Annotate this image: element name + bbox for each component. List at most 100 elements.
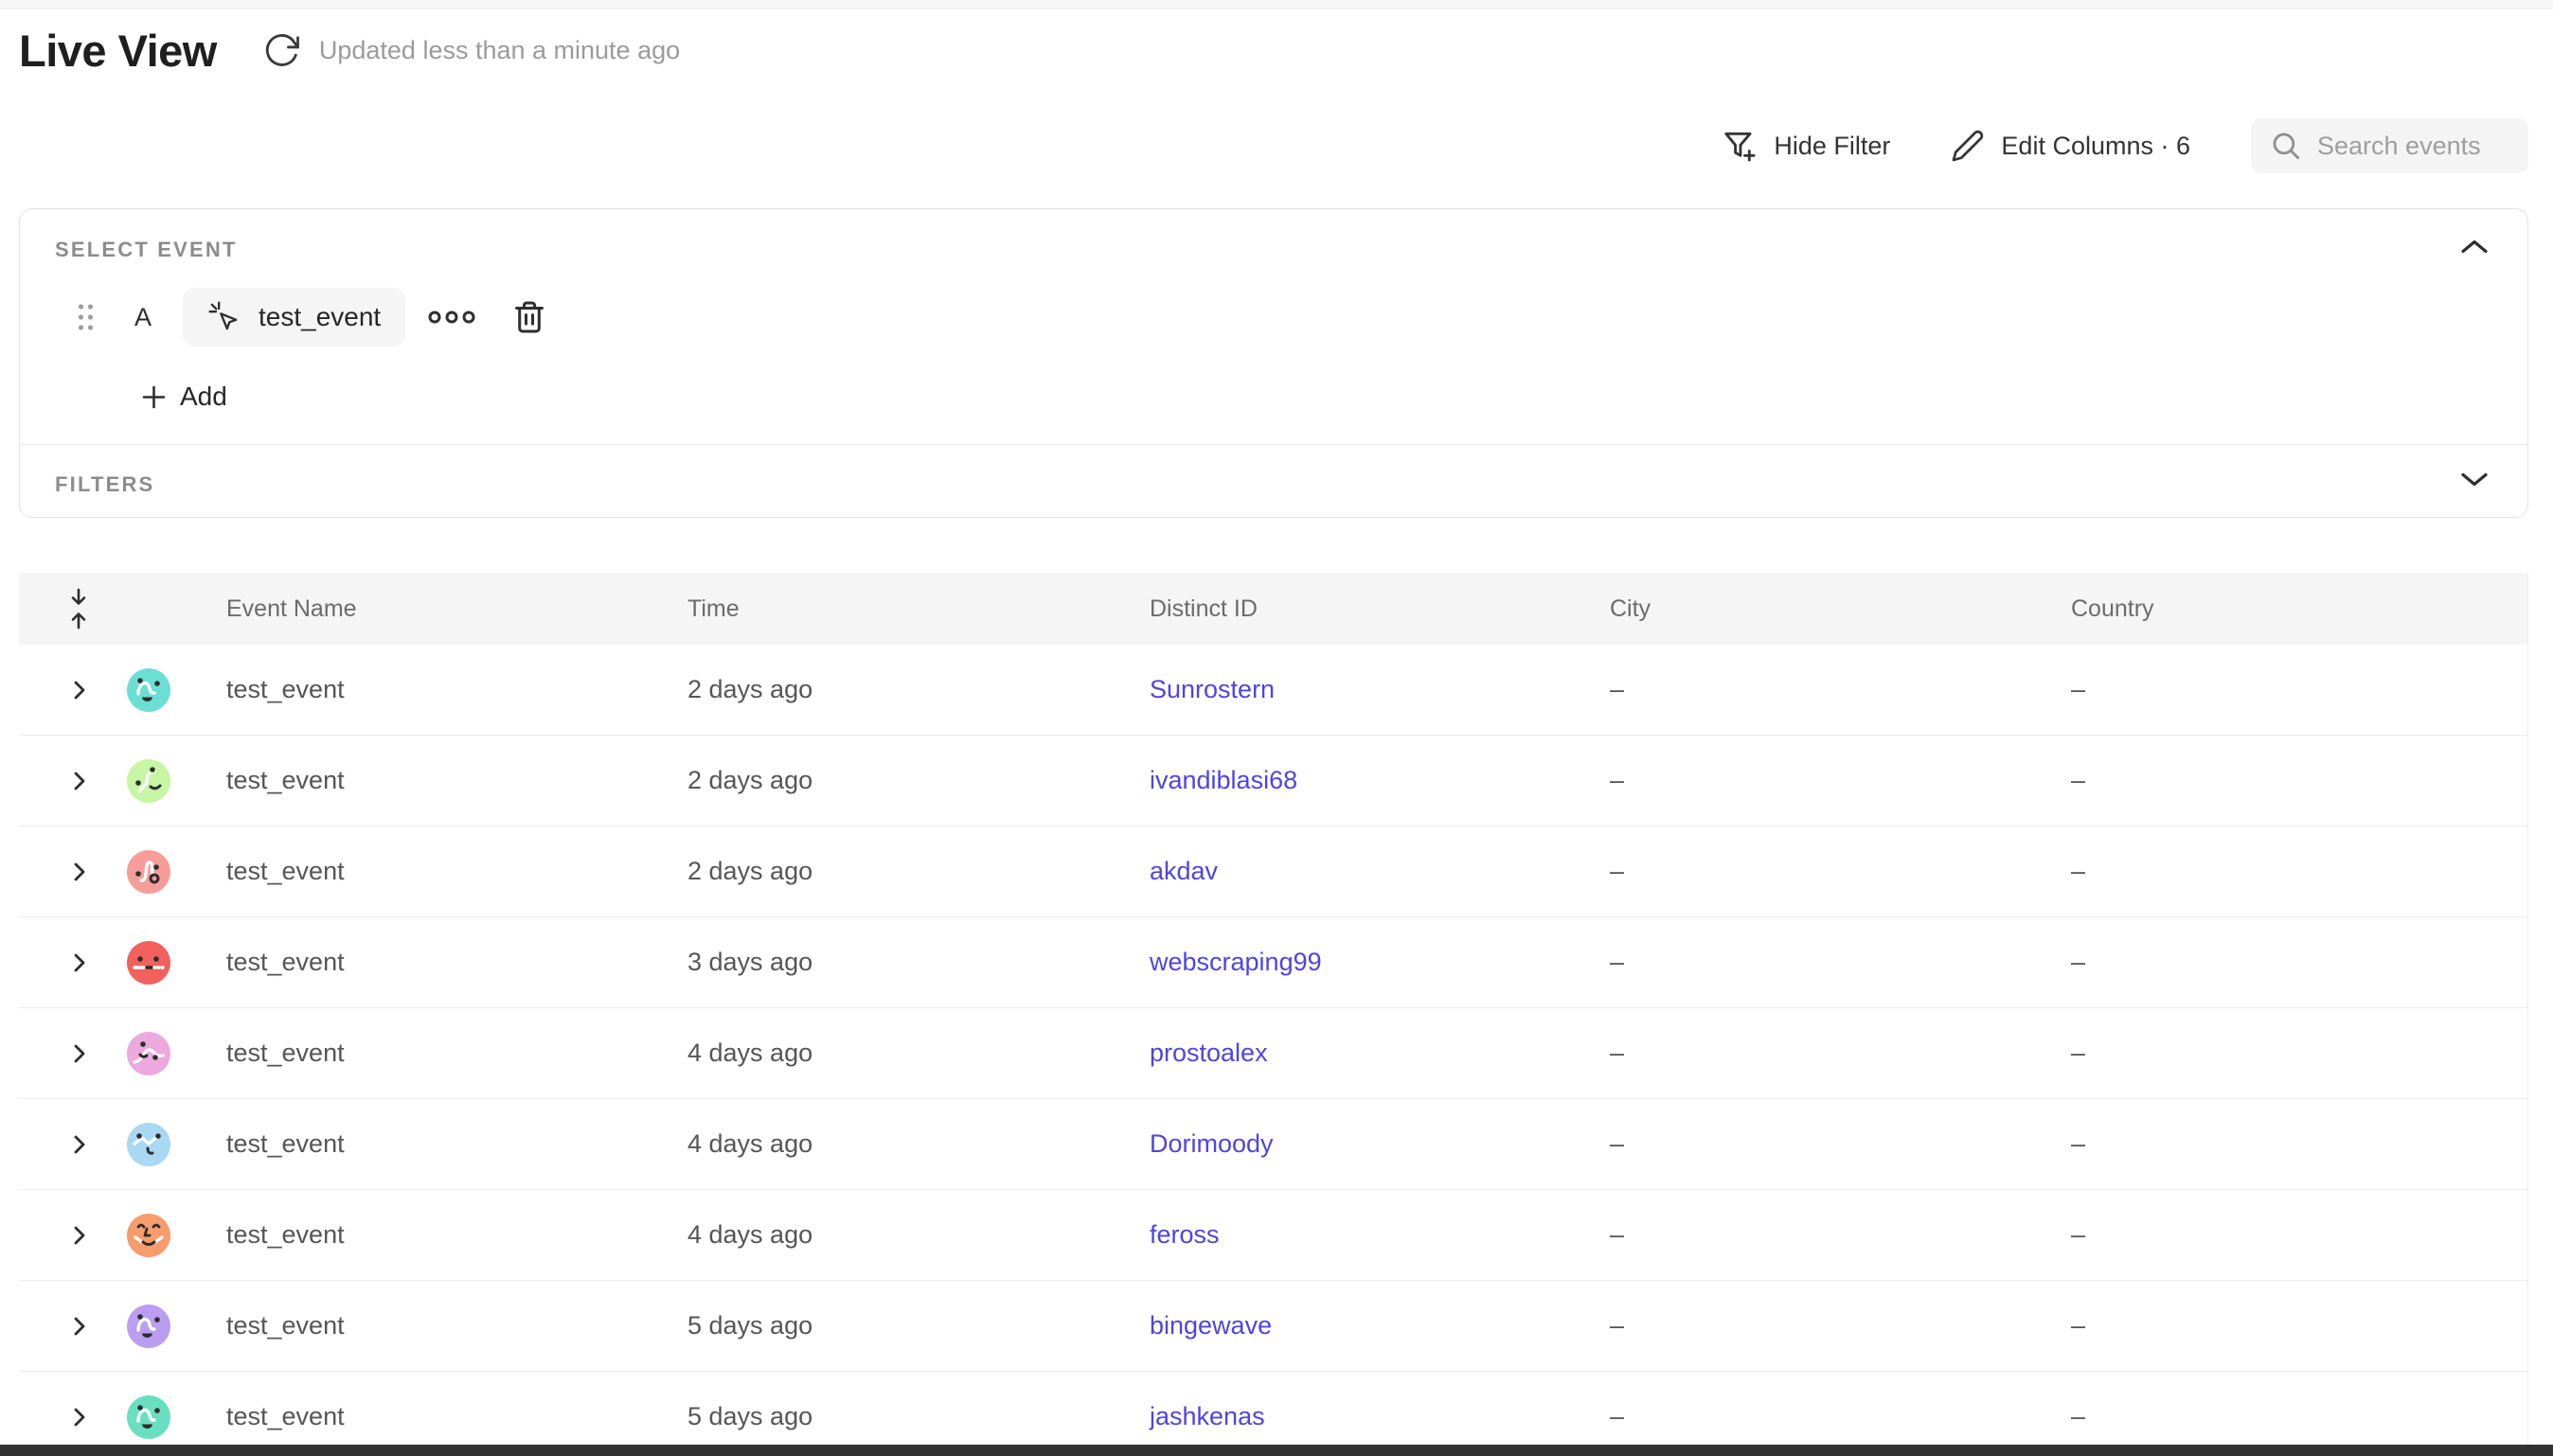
event-name-cell: test_event	[226, 1311, 687, 1341]
distinct-id-link[interactable]: Dorimoody	[1150, 1129, 1274, 1158]
table-row: test_event 2 days ago akdav – –	[19, 826, 2527, 917]
event-more-options-button[interactable]	[428, 309, 475, 326]
event-name-cell: test_event	[226, 1402, 687, 1431]
country-cell: –	[2071, 948, 2528, 977]
distinct-id-link[interactable]: prostoalex	[1150, 1039, 1268, 1067]
collapse-select-event-button[interactable]	[2454, 230, 2495, 262]
select-event-label: SELECT EVENT	[55, 238, 238, 262]
time-cell: 2 days ago	[687, 857, 1150, 886]
hide-filter-label: Hide Filter	[1774, 132, 1890, 161]
expand-row-button[interactable]	[67, 769, 92, 793]
add-button-label: Add	[180, 382, 227, 412]
event-name-cell: test_event	[226, 1220, 687, 1250]
trash-icon	[511, 298, 547, 336]
edit-columns-button[interactable]: Edit Columns · 6	[1951, 129, 2190, 163]
country-cell: –	[2071, 857, 2528, 886]
country-cell: –	[2071, 1129, 2528, 1159]
user-avatar	[127, 1395, 170, 1439]
expand-row-button[interactable]	[67, 678, 92, 702]
expand-row-button[interactable]	[67, 1223, 92, 1248]
expand-row-button[interactable]	[67, 1314, 92, 1339]
chevron-right-icon	[67, 1041, 92, 1066]
distinct-id-link[interactable]: webscraping99	[1150, 948, 1322, 976]
table-row: test_event 2 days ago ivandiblasi68 – –	[19, 736, 2527, 826]
chevron-up-icon	[2460, 239, 2489, 255]
table-row: test_event 4 days ago Dorimoody – –	[19, 1099, 2527, 1190]
chevron-right-icon	[67, 1132, 92, 1157]
refresh-button[interactable]	[260, 30, 302, 72]
event-name-cell: test_event	[226, 766, 687, 795]
event-select-chip[interactable]: test_event	[183, 288, 405, 346]
expand-row-button[interactable]	[67, 1041, 92, 1066]
user-avatar	[127, 668, 170, 712]
expand-filters-button[interactable]	[2454, 463, 2495, 495]
distinct-id-link[interactable]: feross	[1150, 1220, 1220, 1249]
user-avatar	[127, 850, 170, 894]
distinct-id-link[interactable]: Sunrostern	[1150, 675, 1275, 703]
page-title: Live View	[19, 25, 217, 77]
time-cell: 5 days ago	[687, 1402, 1150, 1431]
time-cell: 5 days ago	[687, 1311, 1150, 1341]
country-cell: –	[2071, 675, 2528, 704]
city-cell: –	[1610, 1402, 2071, 1431]
collapse-rows-icon	[64, 587, 93, 630]
time-cell: 2 days ago	[687, 675, 1150, 704]
table-row: test_event 4 days ago feross – –	[19, 1190, 2527, 1281]
event-name-cell: test_event	[226, 857, 687, 886]
events-table: Event Name Time Distinct ID City Country…	[19, 573, 2528, 1456]
country-cell: –	[2071, 1220, 2528, 1250]
search-icon	[2270, 130, 2302, 162]
city-cell: –	[1610, 1220, 2071, 1250]
time-cell: 4 days ago	[687, 1039, 1150, 1068]
distinct-id-link[interactable]: ivandiblasi68	[1150, 766, 1297, 794]
distinct-id-link[interactable]: akdav	[1150, 857, 1218, 885]
panel-divider	[20, 444, 2527, 445]
user-avatar	[127, 759, 170, 803]
hide-filter-button[interactable]: Hide Filter	[1722, 128, 1890, 164]
chevron-right-icon	[67, 1223, 92, 1248]
chevron-right-icon	[67, 769, 92, 793]
drag-handle-icon[interactable]	[74, 303, 97, 331]
expand-row-button[interactable]	[67, 1132, 92, 1157]
distinct-id-link[interactable]: bingewave	[1150, 1311, 1272, 1340]
pencil-icon	[1951, 129, 1985, 163]
collapse-all-rows-button[interactable]	[19, 587, 121, 630]
expand-row-button[interactable]	[67, 950, 92, 975]
chevron-right-icon	[67, 1314, 92, 1339]
chevron-right-icon	[67, 860, 92, 884]
city-cell: –	[1610, 1311, 2071, 1341]
updated-status: Updated less than a minute ago	[319, 36, 680, 65]
expand-row-button[interactable]	[67, 860, 92, 884]
three-dots-icon	[428, 309, 475, 326]
toolbar: Hide Filter Edit Columns · 6	[1722, 117, 2528, 174]
event-row: A test_event	[74, 287, 547, 347]
search-box[interactable]	[2251, 118, 2528, 173]
chevron-down-icon	[2460, 471, 2489, 488]
user-avatar	[127, 1305, 170, 1348]
table-row: test_event 2 days ago Sunrostern – –	[19, 645, 2527, 736]
table-row: test_event 3 days ago webscraping99 – –	[19, 917, 2527, 1008]
event-name-cell: test_event	[226, 675, 687, 704]
time-cell: 2 days ago	[687, 766, 1150, 795]
refresh-icon	[262, 32, 300, 70]
user-avatar	[127, 941, 170, 985]
edit-columns-label: Edit Columns · 6	[2001, 132, 2190, 161]
country-cell: –	[2071, 1402, 2528, 1431]
expand-row-button[interactable]	[67, 1405, 92, 1429]
user-avatar	[127, 1032, 170, 1075]
city-cell: –	[1610, 766, 2071, 795]
user-avatar	[127, 1123, 170, 1166]
delete-event-button[interactable]	[511, 298, 547, 336]
column-header-city: City	[1610, 595, 2071, 623]
event-chip-label: test_event	[259, 302, 381, 332]
bottom-edge-bar	[0, 1445, 2553, 1456]
search-input[interactable]	[2317, 132, 2511, 161]
chevron-right-icon	[67, 1405, 92, 1429]
event-name-cell: test_event	[226, 1129, 687, 1159]
page-header: Live View Updated less than a minute ago	[19, 25, 680, 77]
distinct-id-link[interactable]: jashkenas	[1150, 1402, 1265, 1430]
chevron-right-icon	[67, 950, 92, 975]
add-event-button[interactable]: Add	[141, 378, 227, 416]
city-cell: –	[1610, 948, 2071, 977]
live-view-page: Live View Updated less than a minute ago…	[0, 0, 2553, 1456]
